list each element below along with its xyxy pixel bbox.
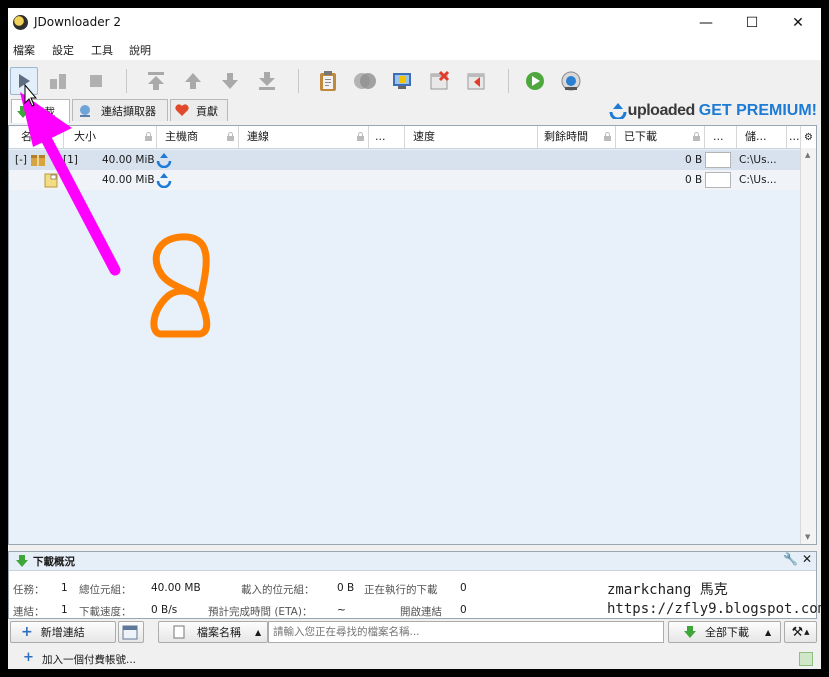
annotation-number-eight (150, 233, 211, 338)
annotation-number-text: 8 (0, 0, 1, 1)
annotation-overlay: 8 (0, 0, 211, 338)
